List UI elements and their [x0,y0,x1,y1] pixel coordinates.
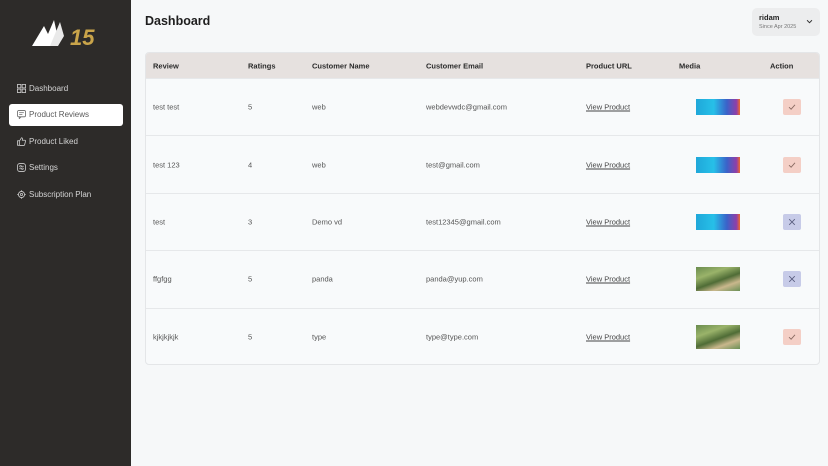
chevron-down-icon[interactable] [806,18,813,25]
rating-value: 5 [248,332,253,342]
close-icon [788,276,796,283]
rating-value: 5 [248,102,253,112]
column-header-product-url: Product URL [586,61,632,70]
media-thumbnail[interactable] [696,213,740,230]
customer-email: test12345@gmail.com [426,217,501,227]
reject-button[interactable] [783,213,801,230]
media-thumbnail[interactable] [696,267,740,292]
view-product-link[interactable]: View Product [586,217,630,226]
sidebar-item-subscription-plan[interactable]: Subscription Plan [9,183,123,205]
sidebar-item-label: Product Reviews [29,110,90,119]
column-header-media: Media [679,61,701,70]
close-icon [788,218,796,226]
view-product-link[interactable]: View Product [586,332,630,341]
media-thumbnail[interactable] [696,324,740,349]
sidebar-item-settings[interactable]: Settings [9,157,123,179]
rating-value: 4 [248,160,253,170]
rating-value: 5 [248,274,253,284]
customer-name: type [312,332,327,342]
review-text: test 123 [153,160,180,170]
sidebar-item-label: Product Liked [29,136,78,146]
review-icon [16,110,26,120]
column-header-ratings: Ratings [248,61,276,70]
customer-email: test@gmail.com [426,160,480,170]
customer-email: panda@yup.com [426,274,483,284]
media-thumbnail[interactable] [696,156,740,173]
table-row: kjkjkjkjk 5 type type@type.com View Prod… [146,307,819,364]
sidebar: 15 Dashboard Product Reviews Product Lik… [0,0,131,466]
thumbs-up-icon [16,136,26,146]
reject-button[interactable] [783,271,801,288]
review-text: test [153,217,166,227]
rating-value: 3 [248,217,253,227]
main-content: Dashboard ridam Since Apr 2025 Review Ra… [131,0,828,466]
check-icon [788,334,796,340]
reviews-table: Review Ratings Customer Name Customer Em… [145,52,820,365]
sidebar-item-product-reviews[interactable]: Product Reviews [9,103,123,126]
user-menu[interactable]: ridam Since Apr 2025 [752,8,820,36]
sidebar-item-product-liked[interactable]: Product Liked [9,130,123,152]
review-text: ffgfgg [153,274,172,284]
check-icon [788,162,796,168]
view-product-link[interactable]: View Product [586,103,630,112]
customer-name: Demo vd [312,217,343,227]
review-text: test test [153,102,180,112]
customer-email: type@type.com [426,332,479,342]
column-header-customer-email: Customer Email [426,61,484,70]
customer-name: web [312,102,326,112]
table-row: ffgfgg 5 panda panda@yup.com View Produc… [146,250,819,307]
dashboard-icon [16,83,26,93]
sidebar-item-label: Subscription Plan [29,189,92,199]
view-product-link[interactable]: View Product [586,160,630,169]
column-header-customer-name: Customer Name [312,61,370,70]
approve-button[interactable] [783,328,801,345]
customer-name: panda [312,274,333,284]
table-row: test test 5 web webdevwdc@gmail.com View… [146,78,819,135]
table-row: test 123 4 web test@gmail.com View Produ… [146,135,819,192]
approve-button[interactable] [783,156,801,173]
check-icon [788,104,796,111]
customer-name: web [312,160,326,170]
brand-logo[interactable]: 15 [30,16,100,50]
sidebar-item-label: Settings [29,163,58,172]
customer-email: webdevwdc@gmail.com [426,102,507,112]
table-row: test 3 Demo vd test12345@gmail.com View … [146,192,819,250]
sidebar-nav: Dashboard Product Reviews Product Liked … [9,77,123,210]
page-title: Dashboard [145,14,211,28]
logo-text: 15 [70,25,95,48]
view-product-link[interactable]: View Product [586,275,630,284]
sidebar-item-dashboard[interactable]: Dashboard [9,77,123,99]
gear-icon [16,189,26,199]
review-text: kjkjkjkjk [153,332,179,342]
sidebar-item-label: Dashboard [29,83,69,93]
column-header-review: Review [153,61,179,70]
approve-button[interactable] [783,99,801,116]
table-header: Review Ratings Customer Name Customer Em… [146,53,819,78]
settings-icon [16,163,26,173]
column-header-action: Action [770,61,794,70]
media-thumbnail[interactable] [696,99,740,116]
